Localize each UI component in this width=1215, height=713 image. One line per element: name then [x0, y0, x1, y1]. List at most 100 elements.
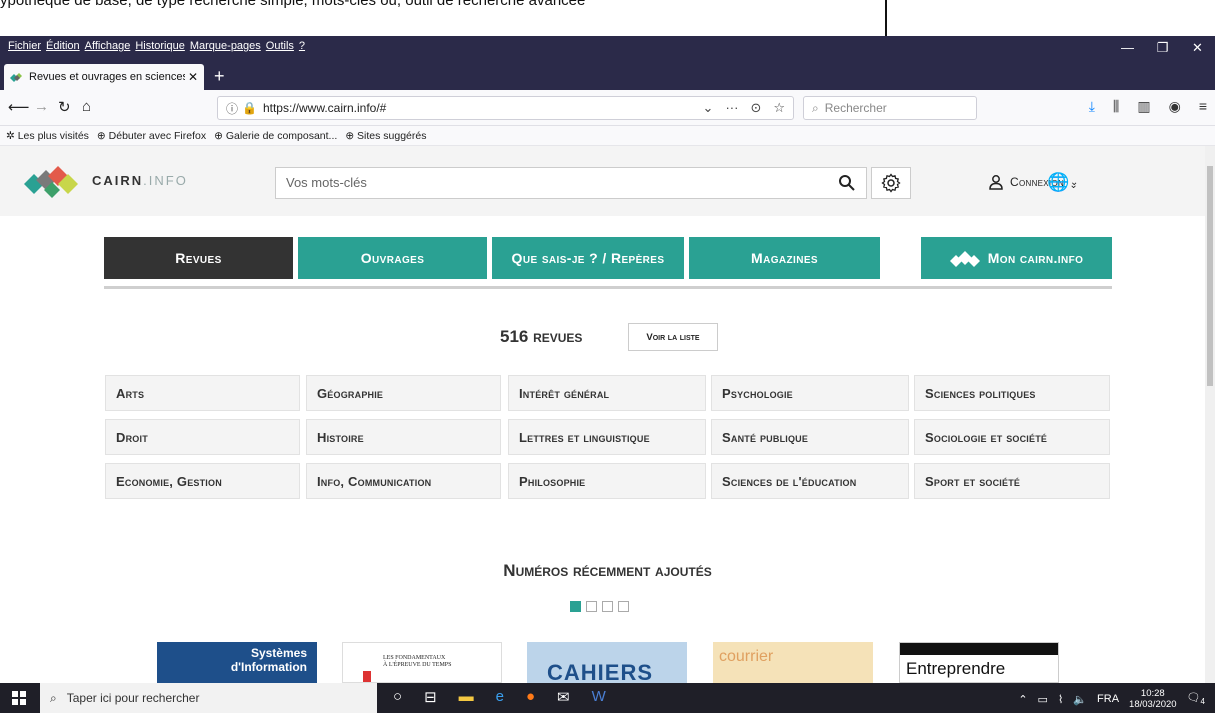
reload-icon[interactable]: ↻	[58, 98, 71, 116]
file-explorer-icon[interactable]: ▬	[459, 688, 474, 706]
bookmark-star-icon[interactable]: ☆	[773, 100, 785, 116]
discipline-geographie[interactable]: Géographie	[306, 375, 501, 411]
new-tab-icon[interactable]: +	[214, 64, 225, 88]
tab-que-sais-je-label: Que sais-je ? / Repères	[511, 250, 665, 266]
pocket-icon[interactable]: ⊙	[750, 100, 761, 116]
scrollbar-thumb[interactable]	[1207, 166, 1213, 386]
taskbar-search-placeholder: Taper ici pour rechercher	[66, 691, 200, 705]
language-menu[interactable]: 🌐⌄	[1047, 172, 1078, 193]
taskbar-search-input[interactable]: ⌕ Taper ici pour rechercher	[40, 683, 377, 713]
carousel-dot-4[interactable]	[618, 601, 629, 612]
cover-cahiers[interactable]: CAHIERS DE	[527, 642, 687, 683]
edge-icon[interactable]: e	[496, 688, 504, 706]
voir-la-liste-button[interactable]: Voir la liste	[628, 323, 718, 351]
cover-systemes-information[interactable]: Systèmes d'Information	[157, 642, 317, 683]
page-scrollbar[interactable]	[1205, 146, 1215, 683]
discipline-histoire[interactable]: Histoire	[306, 419, 501, 455]
home-icon[interactable]: ⌂	[82, 98, 91, 115]
discipline-info-communication[interactable]: Info, Communication	[306, 463, 501, 499]
extension-icon[interactable]: ◉	[1169, 98, 1181, 115]
windows-taskbar: ⌕ Taper ici pour rechercher ○ ⊟ ▬ e ● ✉ …	[0, 683, 1215, 713]
menu-affichage[interactable]: Affichage	[85, 40, 131, 52]
taskbar-clock[interactable]: 10:28 18/03/2020	[1129, 688, 1177, 710]
menu-aide[interactable]: ?	[299, 40, 305, 52]
language-indicator[interactable]: FRA	[1097, 693, 1119, 705]
notification-icon[interactable]: 🗨4	[1187, 691, 1205, 706]
tray-chevron-up-icon[interactable]: ⌃	[1018, 693, 1027, 706]
carousel-dot-1[interactable]	[570, 601, 581, 612]
menu-outils[interactable]: Outils	[266, 40, 294, 52]
info-icon[interactable]: ⓘ	[226, 100, 238, 117]
cover-courrier[interactable]: courrier	[713, 642, 873, 683]
sidebar-icon[interactable]: ▥	[1137, 98, 1150, 115]
url-text: https://www.cairn.info/#	[262, 101, 387, 115]
tab-close-icon[interactable]: ✕	[188, 70, 198, 84]
tab-magazines-label: Magazines	[751, 250, 818, 266]
search-icon[interactable]	[838, 174, 856, 192]
firefox-icon[interactable]: ●	[526, 688, 535, 706]
cover-1-line1: Systèmes	[250, 646, 307, 660]
volume-icon[interactable]: 🔈	[1073, 693, 1087, 706]
tab-underline	[104, 286, 1112, 289]
tab-ouvrages[interactable]: Ouvrages	[298, 237, 487, 279]
advanced-search-settings-button[interactable]	[871, 167, 911, 199]
globe-icon: 🌐	[1047, 172, 1070, 192]
restore-icon[interactable]: ❐	[1145, 38, 1180, 58]
discipline-sociologie[interactable]: Sociologie et société	[914, 419, 1110, 455]
cover-fondamentaux[interactable]: LES FONDAMENTAUX À L'ÉPREUVE DU TEMPS	[342, 642, 502, 683]
bookmark-suggested[interactable]: ⊕ Sites suggérés	[345, 130, 426, 142]
menu-bar: Fichier Édition Affichage Historique Mar…	[0, 36, 1215, 58]
forward-icon[interactable]: →	[34, 98, 49, 115]
cairn-favicon-icon	[10, 73, 22, 82]
browser-tab[interactable]: Revues et ouvrages en sciences ✕	[4, 64, 204, 90]
library-icon[interactable]: ⫼	[1113, 98, 1119, 115]
windows-start-icon[interactable]	[12, 691, 26, 705]
menu-marque-pages[interactable]: Marque-pages	[190, 40, 261, 52]
discipline-sciences-politiques[interactable]: Sciences politiques	[914, 375, 1110, 411]
cairn-wordmark[interactable]: CAIRN.INFO	[92, 173, 188, 188]
cover-entreprendre[interactable]: Entreprendre	[899, 642, 1059, 683]
back-icon[interactable]: ⟵	[8, 98, 30, 116]
bookmark-getting-started[interactable]: ⊕ Débuter avec Firefox	[97, 130, 206, 142]
lock-icon: 🔒	[242, 101, 257, 115]
discipline-economie[interactable]: Economie, Gestion	[105, 463, 300, 499]
more-actions-icon[interactable]: ···	[725, 100, 738, 116]
bookmark-most-visited[interactable]: ✲ Les plus visités	[6, 130, 89, 142]
carousel-dot-2[interactable]	[586, 601, 597, 612]
discipline-sport[interactable]: Sport et société	[914, 463, 1110, 499]
tab-que-sais-je[interactable]: Que sais-je ? / Repères	[492, 237, 684, 279]
discipline-interet-general[interactable]: Intérêt général	[508, 375, 706, 411]
discipline-arts[interactable]: Arts	[105, 375, 300, 411]
discipline-sante-publique[interactable]: Santé publique	[711, 419, 909, 455]
menu-historique[interactable]: Historique	[135, 40, 185, 52]
battery-icon[interactable]: ▭	[1038, 693, 1048, 706]
cortana-icon[interactable]: ○	[393, 688, 402, 706]
discipline-psychologie[interactable]: Psychologie	[711, 375, 909, 411]
mail-icon[interactable]: ✉	[557, 688, 570, 706]
wifi-icon[interactable]: ⌇	[1058, 693, 1063, 706]
chevron-down-icon[interactable]: ⌄	[703, 100, 714, 116]
discipline-philosophie[interactable]: Philosophie	[508, 463, 706, 499]
download-icon[interactable]: ⤓	[1089, 98, 1095, 115]
bookmark-gallery[interactable]: ⊕ Galerie de composant...	[214, 130, 337, 142]
browser-search-field[interactable]: ⌕ Rechercher	[803, 96, 977, 120]
tab-revues[interactable]: Revues	[104, 237, 293, 279]
hamburger-menu-icon[interactable]: ≡	[1199, 98, 1207, 115]
url-bar[interactable]: ⓘ 🔒 https://www.cairn.info/# ⌄ ··· ⊙ ☆	[217, 96, 794, 120]
site-search-input[interactable]: Vos mots-clés	[275, 167, 867, 199]
carousel-dot-3[interactable]	[602, 601, 613, 612]
tab-mon-cairn[interactable]: Mon cairn.info	[921, 237, 1112, 279]
tab-magazines[interactable]: Magazines	[689, 237, 880, 279]
discipline-droit[interactable]: Droit	[105, 419, 300, 455]
menu-edition[interactable]: Édition	[46, 40, 80, 52]
close-window-icon[interactable]: ✕	[1180, 38, 1215, 58]
cover-1-line2: d'Information	[230, 660, 307, 674]
minimize-icon[interactable]: —	[1110, 38, 1145, 58]
menu-fichier[interactable]: Fichier	[8, 40, 41, 52]
arrow-annotation	[885, 0, 887, 36]
cairn-logo-icon[interactable]	[24, 164, 82, 200]
discipline-sciences-education[interactable]: Sciences de l'éducation	[711, 463, 909, 499]
task-view-icon[interactable]: ⊟	[424, 688, 437, 706]
word-icon[interactable]: W	[592, 688, 606, 706]
discipline-lettres[interactable]: Lettres et linguistique	[508, 419, 706, 455]
